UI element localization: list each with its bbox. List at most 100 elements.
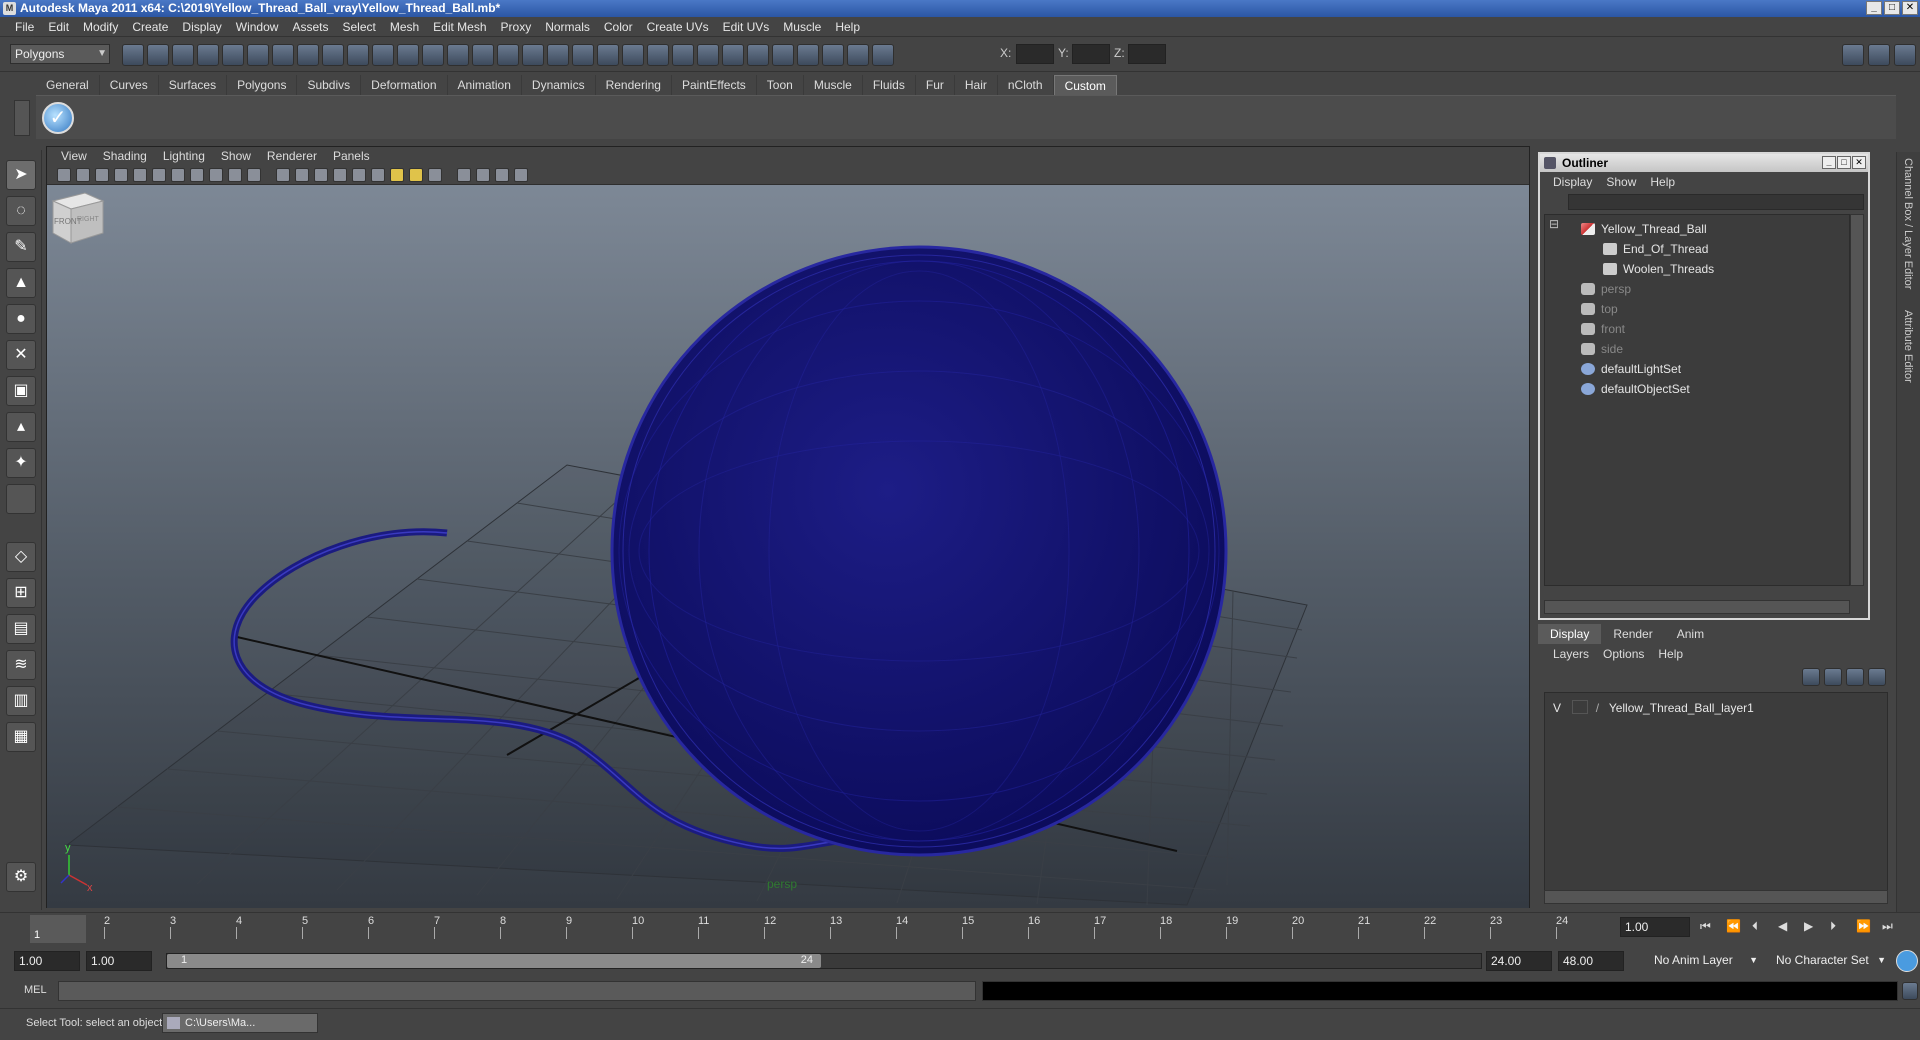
menu-create[interactable]: Create [125, 20, 175, 34]
show-manipulator-icon[interactable]: ✦ [6, 448, 36, 478]
outliner-item-front[interactable]: front [1581, 319, 1625, 339]
xray-joints-icon[interactable] [495, 168, 509, 182]
lasso-tool-icon[interactable]: ◌ [6, 196, 36, 226]
outliner-item-side[interactable]: side [1581, 339, 1623, 359]
snap-point-icon[interactable] [322, 44, 344, 66]
display-icon[interactable] [797, 44, 819, 66]
menu-mesh[interactable]: Mesh [383, 20, 426, 34]
render-globals-icon[interactable] [772, 44, 794, 66]
animation-start-field[interactable]: 1.00 [14, 951, 80, 971]
sculpt-icon[interactable] [522, 44, 544, 66]
outliner-menu-help[interactable]: Help [1643, 172, 1682, 192]
menu-normals[interactable]: Normals [538, 20, 597, 34]
hypershade-icon[interactable] [497, 44, 519, 66]
camera-icon[interactable] [597, 44, 619, 66]
z-field[interactable] [1128, 44, 1166, 64]
layer-display-type-toggle[interactable] [1572, 700, 1589, 714]
outliner-maximize-button[interactable]: □ [1837, 156, 1851, 169]
menu-assets[interactable]: Assets [285, 20, 335, 34]
script-editor-icon[interactable] [1902, 982, 1918, 1000]
magnet-icon[interactable] [697, 44, 719, 66]
move-layer-down-icon[interactable] [1824, 668, 1842, 686]
menu-window[interactable]: Window [229, 20, 286, 34]
gate-mask-icon[interactable] [190, 168, 204, 182]
outliner-item-defaultobjectset[interactable]: defaultObjectSet [1581, 379, 1690, 399]
command-language-toggle[interactable]: MEL [24, 984, 47, 996]
snap-grid-icon[interactable] [272, 44, 294, 66]
layer-color-swatch[interactable]: / [1596, 699, 1606, 717]
layer-menu-options[interactable]: Options [1596, 644, 1651, 664]
paint-icon[interactable] [647, 44, 669, 66]
playback-start-field[interactable]: 1.00 [86, 951, 152, 971]
new-scene-icon[interactable] [122, 44, 144, 66]
current-frame-field[interactable]: 1.00 [1620, 917, 1690, 937]
menu-proxy[interactable]: Proxy [494, 20, 539, 34]
time-slider[interactable]: 123456789101112131415161718192021222324 … [0, 912, 1920, 946]
checkmark-icon[interactable]: ✓ [42, 102, 74, 134]
rotate-tool-icon[interactable]: ● [6, 304, 36, 334]
field-chart-icon[interactable] [209, 168, 223, 182]
render-view-icon[interactable] [747, 44, 769, 66]
shelf-tab-toon[interactable]: Toon [757, 75, 804, 95]
default-light-icon[interactable] [390, 168, 404, 182]
grid-toggle-icon[interactable] [133, 168, 147, 182]
new-layer-selected-icon[interactable] [1868, 668, 1886, 686]
shelf-tab-deformation[interactable]: Deformation [361, 75, 448, 95]
texture-icon[interactable] [872, 44, 894, 66]
shelf-tab-dynamics[interactable]: Dynamics [522, 75, 596, 95]
last-tool-icon[interactable] [6, 484, 36, 514]
graph-persp-layout-icon[interactable]: ≋ [6, 650, 36, 680]
minimize-button[interactable]: _ [1866, 1, 1882, 15]
outliner-horizontal-scrollbar[interactable] [1544, 600, 1850, 614]
move-layer-up-icon[interactable] [1802, 668, 1820, 686]
shelf-tab-curves[interactable]: Curves [100, 75, 159, 95]
animation-end-field[interactable]: 48.00 [1558, 951, 1624, 971]
layer-menu-layers[interactable]: Layers [1546, 644, 1596, 664]
hypershade-persp-layout-icon[interactable]: ▥ [6, 686, 36, 716]
camera-attributes-icon[interactable] [76, 168, 90, 182]
shelf-tab-hair[interactable]: Hair [955, 75, 998, 95]
shelf-tab-rendering[interactable]: Rendering [596, 75, 672, 95]
tab-display[interactable]: Display [1538, 624, 1602, 644]
soft-modification-icon[interactable]: ▴ [6, 412, 36, 442]
minimized-window-task[interactable]: C:\Users\Ma... [162, 1013, 318, 1033]
step-back-frame-icon[interactable]: ⏴ [1752, 919, 1758, 934]
range-slider[interactable]: 1 24 [166, 953, 1482, 969]
render-settings-icon[interactable] [472, 44, 494, 66]
tab-render[interactable]: Render [1601, 624, 1664, 644]
outliner-menu-display[interactable]: Display [1546, 172, 1599, 192]
snap-surface-icon[interactable] [347, 44, 369, 66]
select-by-hierarchy-icon[interactable] [197, 44, 219, 66]
step-back-key-icon[interactable]: ⏪ [1726, 919, 1741, 933]
layer-menu-help[interactable]: Help [1651, 644, 1690, 664]
outliner-filter-field[interactable] [1568, 194, 1864, 210]
shelf-tab-general[interactable]: General [36, 75, 100, 95]
outliner-item-yellow-thread-ball[interactable]: Yellow_Thread_Ball [1581, 219, 1707, 239]
history-icon[interactable] [397, 44, 419, 66]
vp-menu-view[interactable]: View [53, 147, 95, 165]
paint-select-tool-icon[interactable]: ✎ [6, 232, 36, 262]
shelf-tab-fur[interactable]: Fur [916, 75, 955, 95]
menu-color[interactable]: Color [597, 20, 640, 34]
vp-menu-show[interactable]: Show [213, 147, 259, 165]
isolate-icon[interactable] [457, 168, 471, 182]
open-scene-icon[interactable] [147, 44, 169, 66]
menu-select[interactable]: Select [335, 20, 382, 34]
collapse-icon[interactable]: ⊟ [1549, 217, 1559, 231]
outliner-item-persp[interactable]: persp [1581, 279, 1631, 299]
image-plane-icon[interactable] [114, 168, 128, 182]
shelf-tab-subdivs[interactable]: Subdivs [297, 75, 362, 95]
close-button[interactable]: ✕ [1902, 1, 1918, 15]
range-slider-handle[interactable]: 1 24 [167, 954, 821, 968]
menu-create-uvs[interactable]: Create UVs [640, 20, 716, 34]
step-forward-frame-icon[interactable]: ⏵ [1830, 919, 1836, 934]
layer-visibility-toggle[interactable]: V [1549, 699, 1565, 717]
go-to-end-icon[interactable]: ⏭ [1882, 919, 1893, 934]
uv-icon[interactable] [722, 44, 744, 66]
vp-menu-lighting[interactable]: Lighting [155, 147, 213, 165]
outliner-close-button[interactable]: ✕ [1852, 156, 1866, 169]
shelf-tab-custom[interactable]: Custom [1053, 75, 1117, 95]
layer-row[interactable]: V / Yellow_Thread_Ball_layer1 [1549, 699, 1754, 717]
yellow-thread-ball[interactable] [610, 245, 1228, 857]
vp-menu-renderer[interactable]: Renderer [259, 147, 325, 165]
